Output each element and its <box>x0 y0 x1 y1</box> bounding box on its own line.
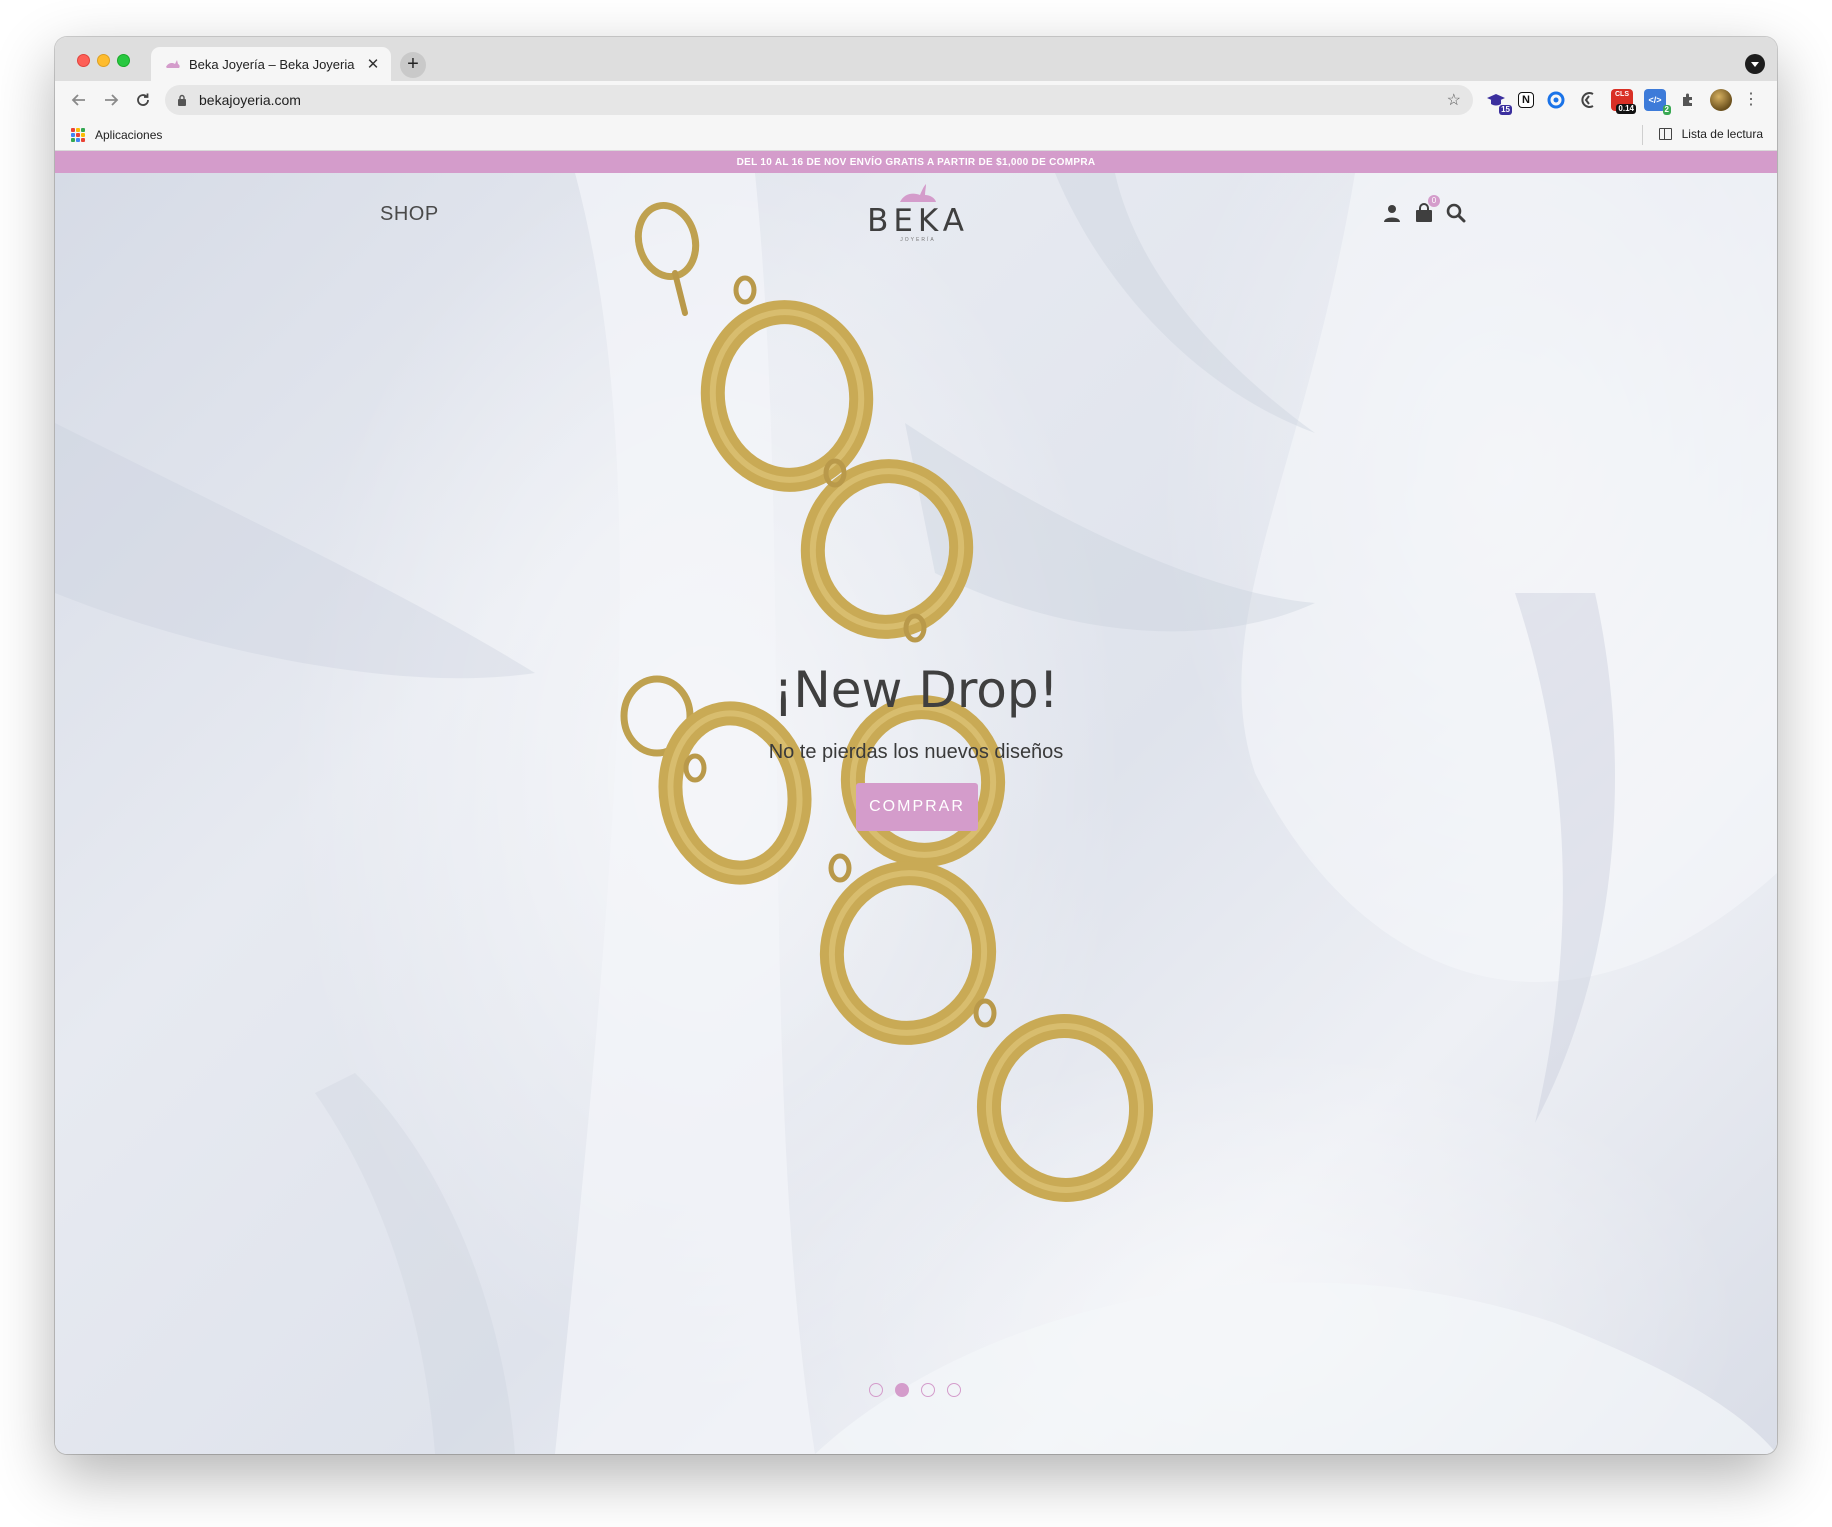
extension-badge: 15 <box>1499 105 1512 115</box>
hero-title: ¡New Drop! <box>773 661 1059 719</box>
reload-icon <box>137 93 149 106</box>
reading-list-button[interactable]: Lista de lectura <box>1658 127 1763 141</box>
comprar-button[interactable]: COMPRAR <box>856 783 978 831</box>
extensions-bar: 15 N CLS 0.14 </> 2 ⋮ <box>1485 86 1759 115</box>
account-icon[interactable] <box>1382 203 1402 223</box>
tab-strip: Beka Joyería – Beka Joyeria ✕ + <box>55 37 1777 81</box>
tab-search-button[interactable] <box>1745 54 1765 74</box>
search-icon[interactable] <box>1446 203 1466 223</box>
announcement-text: DEL 10 AL 16 DE NOV ENVÍO GRATIS A PARTI… <box>736 156 1096 168</box>
slideshow-dots <box>869 1383 961 1397</box>
browser-menu-icon[interactable]: ⋮ <box>1743 92 1759 108</box>
arrow-right-icon <box>105 94 119 106</box>
logo-wordmark: BEKA <box>867 203 969 239</box>
hero-subtitle: No te pierdas los nuevos diseños <box>768 741 1064 763</box>
reading-list-label: Lista de lectura <box>1681 127 1763 141</box>
bookmarks-divider <box>1642 125 1643 145</box>
new-tab-button[interactable]: + <box>400 52 426 78</box>
rabbit-logo-icon <box>900 184 936 202</box>
reload-button[interactable] <box>127 84 159 116</box>
nav-shop-link[interactable]: SHOP <box>380 203 439 226</box>
reading-list-icon <box>1658 128 1672 140</box>
lock-icon <box>178 94 186 106</box>
forward-button[interactable] <box>95 84 127 116</box>
puzzle-extensions-icon[interactable] <box>1677 89 1699 111</box>
cls-label: CLS <box>1615 91 1629 98</box>
cls-extension-icon[interactable]: CLS 0.14 <box>1611 89 1636 114</box>
code-extension-icon[interactable]: </> 2 <box>1644 89 1671 115</box>
cls-badge: 0.14 <box>1616 104 1636 114</box>
notion-extension-icon[interactable]: N <box>1518 92 1534 108</box>
apps-grid-icon[interactable] <box>71 127 85 142</box>
minimize-window-button[interactable] <box>97 54 110 67</box>
browser-window: Beka Joyería – Beka Joyeria ✕ + bekajoye… <box>55 37 1777 1454</box>
cart-button[interactable]: 0 <box>1414 195 1440 223</box>
slide-dot-4[interactable] <box>947 1383 961 1397</box>
tab-title: Beka Joyería – Beka Joyeria <box>189 56 355 72</box>
bookmarks-bar: Aplicaciones Lista de lectura <box>55 119 1777 151</box>
chrome-blue-extension-icon[interactable] <box>1545 89 1567 111</box>
mercury-extension-icon[interactable] <box>1578 89 1600 111</box>
browser-toolbar: bekajoyeria.com ☆ 15 N CLS 0.14 </> 2 ⋮ <box>55 81 1777 119</box>
url-text: bekajoyeria.com <box>199 92 301 108</box>
address-bar[interactable]: bekajoyeria.com ☆ <box>165 85 1473 115</box>
rabbit-favicon-icon <box>166 60 180 68</box>
header-icons: 0 <box>1382 195 1466 223</box>
profile-avatar[interactable] <box>1710 89 1732 111</box>
site-logo[interactable]: BEKA JOYERÍA <box>864 183 972 243</box>
hero-slideshow: SHOP BEKA JOYERÍA 0 ¡New Drop! No te pie… <box>55 173 1777 1454</box>
cart-count-badge: 0 <box>1428 195 1440 207</box>
graduation-cap-extension-icon[interactable]: 15 <box>1485 89 1512 115</box>
announcement-bar: DEL 10 AL 16 DE NOV ENVÍO GRATIS A PARTI… <box>55 151 1777 173</box>
arrow-left-icon <box>71 94 85 106</box>
extension-badge: 2 <box>1662 105 1671 115</box>
slide-dot-3[interactable] <box>921 1383 935 1397</box>
close-window-button[interactable] <box>77 54 90 67</box>
back-button[interactable] <box>63 84 95 116</box>
tab-close-button[interactable]: ✕ <box>365 55 381 73</box>
web-page: DEL 10 AL 16 DE NOV ENVÍO GRATIS A PARTI… <box>55 151 1777 1454</box>
slide-dot-2[interactable] <box>895 1383 909 1397</box>
bookmark-apps[interactable]: Aplicaciones <box>95 128 162 142</box>
slide-dot-1[interactable] <box>869 1383 883 1397</box>
bookmark-star-icon[interactable]: ☆ <box>1447 90 1461 110</box>
logo-subtitle: JOYERÍA <box>900 237 936 243</box>
maximize-window-button[interactable] <box>117 54 130 67</box>
browser-tab[interactable]: Beka Joyería – Beka Joyeria ✕ <box>151 47 391 81</box>
